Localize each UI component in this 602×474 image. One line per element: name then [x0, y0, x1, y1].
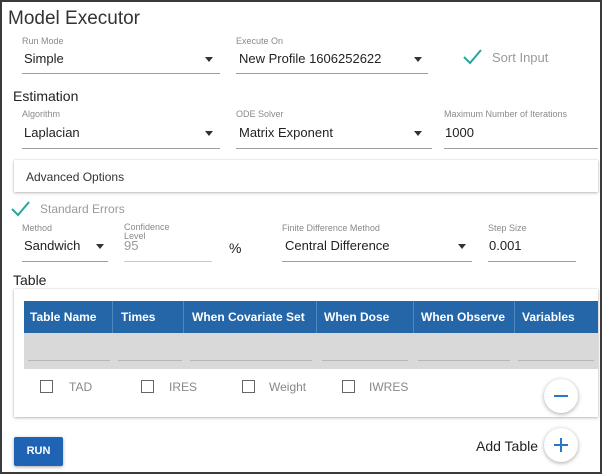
table-heading: Table	[13, 272, 47, 288]
max-iterations-value: 1000	[445, 125, 474, 140]
checkbox-box	[40, 380, 53, 393]
chevron-down-icon	[458, 244, 466, 249]
max-iterations-underline	[444, 148, 598, 149]
estimation-heading: Estimation	[13, 88, 79, 104]
when-observe-cell-input[interactable]	[418, 360, 510, 361]
remove-table-button[interactable]	[544, 379, 578, 413]
minus-icon	[554, 395, 568, 397]
chevron-down-icon	[414, 57, 422, 62]
times-cell-input[interactable]	[118, 360, 182, 361]
algorithm-underline	[22, 148, 220, 149]
run-mode-underline	[22, 73, 220, 74]
run-mode-select[interactable]: Simple	[22, 46, 220, 74]
ode-solver-select[interactable]: Matrix Exponent	[236, 119, 432, 149]
advanced-options-label: Advanced Options	[26, 170, 125, 184]
variables-cell-input[interactable]	[518, 360, 594, 361]
chevron-down-icon	[96, 244, 104, 249]
confidence-level-value: 95	[124, 238, 139, 253]
algorithm-select[interactable]: Laplacian	[22, 119, 220, 149]
column-divider	[316, 301, 317, 333]
finite-difference-underline	[282, 261, 472, 262]
chevron-down-icon	[205, 131, 213, 136]
weight-checkbox[interactable]: Weight	[242, 379, 322, 397]
weight-label: Weight	[269, 380, 307, 394]
ode-solver-underline	[236, 148, 432, 149]
chevron-down-icon	[205, 57, 213, 62]
column-divider	[514, 301, 515, 333]
column-header-times: Times	[121, 310, 156, 324]
add-table-button[interactable]	[544, 428, 578, 462]
plus-icon	[560, 438, 562, 452]
check-icon	[11, 201, 30, 217]
add-table-label: Add Table	[476, 438, 539, 454]
standard-errors-checkbox[interactable]: Standard Errors	[10, 200, 160, 220]
standard-errors-label: Standard Errors	[40, 202, 125, 216]
check-icon	[463, 49, 482, 65]
run-mode-value: Simple	[24, 51, 64, 66]
column-header-table-name: Table Name	[30, 310, 97, 324]
column-divider	[413, 301, 414, 333]
finite-difference-value: Central Difference	[285, 238, 390, 253]
checkbox-box	[242, 380, 255, 393]
sort-input-checkbox[interactable]: Sort Input	[462, 48, 552, 68]
table-header: Table Name Times When Covariate Set When…	[24, 301, 598, 333]
sort-input-label: Sort Input	[492, 50, 549, 65]
method-select[interactable]: Sandwich	[22, 232, 108, 262]
execute-on-select[interactable]: New Profile 1606252622	[236, 46, 428, 74]
percent-unit: %	[229, 240, 242, 256]
max-iterations-label: Maximum Number of Iterations	[444, 109, 568, 119]
method-value: Sandwich	[24, 238, 81, 253]
algorithm-label: Algorithm	[22, 109, 61, 119]
column-divider	[112, 301, 113, 333]
execute-on-value: New Profile 1606252622	[239, 51, 382, 66]
ode-solver-value: Matrix Exponent	[239, 125, 333, 140]
step-size-input[interactable]: 0.001	[488, 232, 576, 262]
column-header-variables: Variables	[522, 310, 575, 324]
page-title: Model Executor	[8, 8, 141, 29]
execute-on-underline	[236, 73, 428, 74]
table-name-cell-input[interactable]	[28, 360, 110, 361]
run-button[interactable]: RUN	[14, 437, 63, 466]
when-dose-cell-input[interactable]	[322, 360, 408, 361]
max-iterations-input[interactable]: 1000	[444, 119, 598, 149]
column-header-when-dose: When Dose	[324, 310, 390, 324]
run-mode-label: Run Mode	[22, 36, 64, 46]
column-header-when-covariate-set: When Covariate Set	[192, 310, 305, 324]
step-size-underline	[488, 261, 576, 262]
confidence-level-input[interactable]: 95	[124, 232, 212, 262]
execute-on-label: Execute On	[236, 36, 284, 46]
ires-label: IRES	[169, 380, 198, 394]
tad-checkbox[interactable]: TAD	[40, 379, 110, 397]
step-size-value: 0.001	[489, 238, 522, 253]
ode-solver-label: ODE Solver	[236, 109, 284, 119]
algorithm-value: Laplacian	[24, 125, 80, 140]
chevron-down-icon	[414, 131, 422, 136]
checkbox-box	[342, 380, 355, 393]
table-row	[24, 333, 598, 369]
tad-label: TAD	[69, 380, 93, 394]
method-underline	[22, 261, 108, 262]
confidence-level-underline	[124, 261, 212, 262]
finite-difference-select[interactable]: Central Difference	[282, 232, 472, 262]
column-header-when-observe: When Observe	[421, 310, 506, 324]
when-covariate-set-cell-input[interactable]	[190, 360, 312, 361]
column-divider	[183, 301, 184, 333]
ires-checkbox[interactable]: IRES	[141, 379, 211, 397]
checkbox-box	[141, 380, 154, 393]
advanced-options-panel[interactable]: Advanced Options	[14, 160, 598, 192]
iwres-checkbox[interactable]: IWRES	[342, 379, 422, 397]
iwres-label: IWRES	[369, 380, 409, 394]
